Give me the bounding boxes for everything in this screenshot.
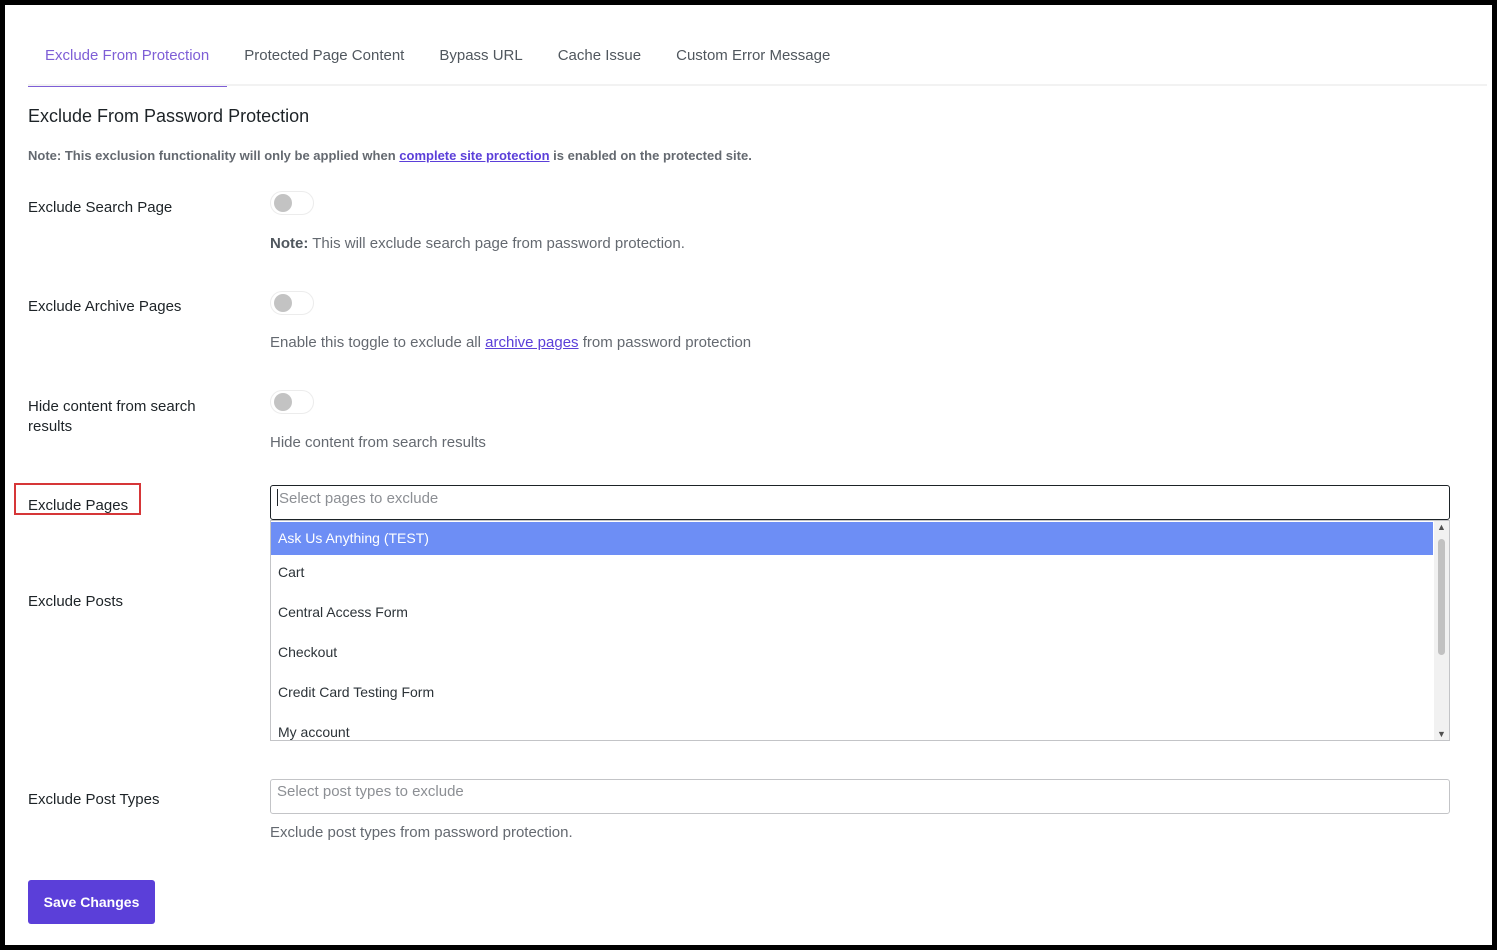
hide-content-search-label: Hide content from search results (28, 398, 196, 435)
exclude-pages-label: Exclude Pages (28, 497, 129, 514)
tab-protected-page-content[interactable]: Protected Page Content (227, 37, 422, 84)
exclude-post-types-select[interactable]: Select post types to exclude (270, 779, 1450, 814)
desc-prefix: Enable this toggle to exclude all (270, 334, 481, 351)
section-note: Note: This exclusion functionality will … (28, 148, 752, 163)
text-cursor (277, 489, 278, 506)
dropdown-option[interactable]: Central Access Form (271, 595, 1433, 635)
note-label: Note: (270, 235, 309, 252)
tab-cache-issue[interactable]: Cache Issue (541, 37, 659, 84)
toggle-knob (274, 294, 292, 312)
scroll-down-icon[interactable]: ▼ (1434, 729, 1449, 739)
tabs-divider (28, 84, 1487, 86)
exclude-archive-pages-desc: Enable this toggle to exclude all archiv… (270, 334, 751, 351)
exclude-search-page-label: Exclude Search Page (28, 199, 173, 216)
complete-site-protection-link[interactable]: complete site protection (399, 148, 549, 163)
dropdown-option[interactable]: Credit Card Testing Form (271, 675, 1433, 715)
exclude-search-page-toggle[interactable] (270, 191, 314, 215)
scroll-up-icon[interactable]: ▲ (1434, 522, 1449, 532)
exclude-post-types-label: Exclude Post Types (28, 791, 160, 808)
hide-content-search-toggle[interactable] (270, 390, 314, 414)
tab-exclude-from-protection[interactable]: Exclude From Protection (28, 37, 228, 87)
tab-bypass-url[interactable]: Bypass URL (422, 37, 540, 84)
section-title: Exclude From Password Protection (28, 106, 310, 126)
settings-tabs: Exclude From Protection Protected Page C… (28, 37, 848, 87)
desc-suffix: from password protection (582, 334, 752, 351)
hide-content-search-desc: Hide content from search results (270, 434, 486, 451)
exclude-pages-dropdown[interactable]: Ask Us Anything (TEST) Cart Central Acce… (270, 520, 1450, 741)
exclude-posts-label: Exclude Posts (28, 593, 124, 610)
exclude-pages-placeholder: Select pages to exclude (279, 490, 439, 507)
exclude-archive-pages-label: Exclude Archive Pages (28, 298, 182, 315)
note-suffix: is enabled on the protected site. (553, 148, 752, 163)
note-prefix: Note: This exclusion functionality will … (28, 148, 396, 163)
save-changes-button[interactable]: Save Changes (28, 880, 155, 924)
tab-custom-error-message[interactable]: Custom Error Message (659, 37, 848, 84)
exclude-pages-select[interactable]: Select pages to exclude (270, 485, 1450, 520)
dropdown-option-highlighted[interactable]: Ask Us Anything (TEST) (271, 522, 1433, 555)
dropdown-option[interactable]: Cart (271, 555, 1433, 595)
dropdown-options: Ask Us Anything (TEST) Cart Central Acce… (271, 521, 1433, 740)
exclude-search-page-note: Note: This will exclude search page from… (270, 235, 685, 252)
exclude-post-types-placeholder: Select post types to exclude (277, 783, 464, 800)
exclude-archive-pages-toggle[interactable] (270, 291, 314, 315)
dropdown-scrollbar[interactable]: ▲ ▼ (1434, 521, 1449, 740)
note-text: This will exclude search page from passw… (312, 235, 685, 252)
scrollbar-thumb[interactable] (1438, 539, 1445, 655)
toggle-knob (274, 194, 292, 212)
dropdown-option[interactable]: My account (271, 715, 1433, 740)
exclude-post-types-desc: Exclude post types from password protect… (270, 824, 573, 841)
archive-pages-link[interactable]: archive pages (485, 334, 578, 351)
toggle-knob (274, 393, 292, 411)
dropdown-option[interactable]: Checkout (271, 635, 1433, 675)
